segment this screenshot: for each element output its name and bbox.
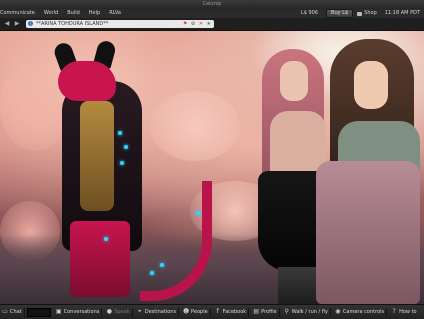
parcel-icon-2: ⊘ (190, 21, 196, 27)
camera-controls-button[interactable]: ◉ Camera controls (333, 307, 388, 317)
facebook-label: Facebook (222, 309, 247, 315)
bottom-toolbar: ▭ Chat ▣ Conversations ● Speak ⌖ Destina… (0, 304, 424, 319)
people-label: People (191, 309, 208, 315)
howto-label: How to (399, 309, 417, 315)
parcel-icons: ⚑ ⊘ ✕ ★ (181, 20, 211, 28)
chat-input[interactable] (26, 307, 51, 317)
microphone-icon: ● (106, 308, 112, 315)
chat-label: Chat (10, 309, 22, 315)
window-title: Catznip (202, 1, 222, 7)
glow-spot (196, 211, 200, 215)
window-title-bar: Catznip (0, 0, 424, 9)
conversations-icon: ▣ (55, 308, 62, 315)
dragon-legs (70, 221, 130, 297)
conversations-button[interactable]: ▣ Conversations (54, 307, 103, 317)
favorite-star-icon[interactable]: ★ (207, 21, 211, 27)
location-input[interactable]: i **ARINA TOHDURA ISLAND** ⚑ ⊘ ✕ ★ (26, 20, 214, 28)
help-icon: ? (392, 308, 396, 315)
balance[interactable]: L$ 906 (301, 9, 318, 18)
camera-label: Camera controls (342, 309, 385, 315)
menu-list: Communicate World Build Help RLVa (0, 9, 130, 18)
walk-run-fly-button[interactable]: ⚲ Walk / run / fly (282, 307, 331, 317)
menu-help[interactable]: Help (89, 9, 100, 18)
walk-icon: ⚲ (284, 308, 289, 315)
chat-bubble-icon: ▭ (2, 308, 8, 315)
facebook-button[interactable]: f Facebook (213, 307, 250, 317)
speak-button[interactable]: ● Speak (104, 307, 133, 317)
avatar-face (280, 61, 308, 101)
menu-build[interactable]: Build (67, 9, 80, 18)
facebook-icon: f (216, 308, 219, 315)
menu-right: L$ 906 Buy L$ Shop 11:18 AM PDT (301, 9, 420, 18)
buy-currency-button[interactable]: Buy L$ (326, 9, 354, 18)
clock: 11:18 AM PDT (384, 10, 420, 16)
parcel-icon-3: ✕ (198, 21, 203, 27)
speak-label: Speak (114, 309, 130, 315)
camera-icon: ◉ (335, 308, 341, 315)
glow-spot (118, 131, 122, 135)
glow-spot (160, 263, 164, 267)
how-to-button[interactable]: ? How to (389, 308, 419, 317)
conversations-label: Conversations (63, 309, 100, 315)
avatar-dress (316, 161, 420, 304)
back-arrow-icon[interactable]: ◀ (3, 20, 11, 28)
shop-button[interactable]: Shop (357, 9, 377, 18)
map-pin-icon: ⌖ (138, 308, 142, 315)
destinations-button[interactable]: ⌖ Destinations (135, 307, 180, 317)
glow-spot (150, 271, 154, 275)
glow-spot (124, 145, 128, 149)
menu-bar: Communicate World Build Help RLVa L$ 906… (0, 9, 424, 18)
navigation-bar: ◀ ▶ i **ARINA TOHDURA ISLAND** ⚑ ⊘ ✕ ★ (0, 18, 424, 31)
profile-label: Profile (261, 309, 277, 315)
info-icon[interactable]: i (28, 21, 33, 26)
people-button[interactable]: ☻ People (181, 307, 211, 317)
glow-spot (104, 237, 108, 241)
menu-communicate[interactable]: Communicate (0, 9, 35, 18)
3d-viewport[interactable] (0, 31, 424, 304)
blossom-cluster (150, 91, 240, 161)
shopping-bag-icon (357, 11, 363, 16)
avatar-legs (278, 267, 318, 304)
forward-arrow-icon[interactable]: ▶ (13, 20, 21, 28)
location-text: **ARINA TOHDURA ISLAND** (36, 21, 109, 27)
people-icon: ☻ (183, 308, 190, 315)
dragon-armor (80, 101, 114, 211)
destinations-label: Destinations (144, 309, 177, 315)
profile-icon: ▤ (253, 308, 259, 315)
walk-label: Walk / run / fly (291, 309, 328, 315)
shop-label: Shop (364, 10, 377, 16)
chat-button[interactable]: ▭ Chat (0, 307, 25, 317)
parcel-icon-1: ⚑ (182, 21, 188, 27)
dragon-head (58, 61, 116, 101)
glow-spot (120, 161, 124, 165)
avatar-face (354, 61, 388, 109)
menu-world[interactable]: World (44, 9, 58, 18)
profile-button[interactable]: ▤ Profile (251, 307, 280, 317)
menu-rlva[interactable]: RLVa (109, 9, 121, 18)
